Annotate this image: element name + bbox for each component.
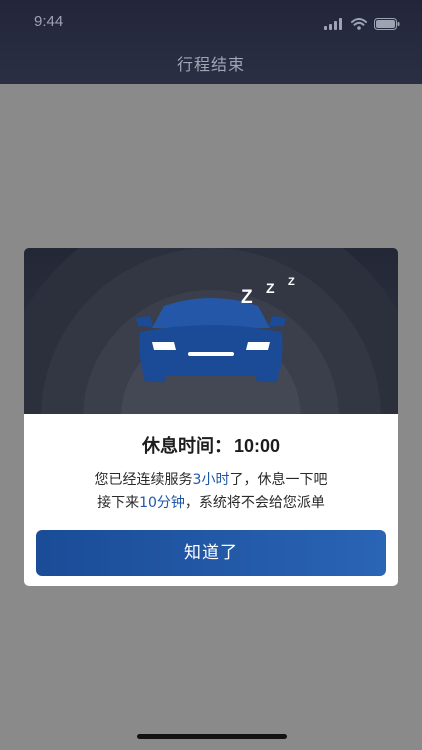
rest-time-value: 10:00: [233, 436, 281, 456]
confirm-button[interactable]: 知道了: [36, 530, 386, 576]
desc2-highlight: 10分钟: [139, 495, 185, 511]
desc2-after: ，系统将不会给您派单: [184, 495, 325, 511]
screen: 9:44 行程结束 Z Z Z 休息时间： 10:00 您已经连续服务3小时了，…: [0, 0, 422, 750]
sleep-z-medium: Z: [266, 280, 275, 296]
rest-description-line-2: 接下来10分钟，系统将不会给您派单: [24, 492, 398, 515]
desc1-before: 您已经连续服务: [94, 472, 193, 488]
home-indicator[interactable]: [137, 734, 287, 739]
rest-description: 您已经连续服务3小时了，休息一下吧 接下来10分钟，系统将不会给您派单: [24, 469, 398, 515]
rest-time-title: 休息时间： 10:00: [24, 432, 398, 458]
rest-illustration: Z Z Z: [24, 248, 398, 414]
battery-icon: [374, 15, 400, 34]
status-icons: [324, 15, 400, 34]
desc2-before: 接下来: [97, 495, 140, 511]
status-time: 9:44: [34, 13, 64, 30]
sleep-z-small: Z: [288, 276, 295, 288]
rest-description-line-1: 您已经连续服务3小时了，休息一下吧: [24, 469, 398, 492]
desc1-after: 了，休息一下吧: [229, 472, 328, 488]
page-title: 行程结束: [176, 55, 245, 74]
header-bar: 9:44 行程结束: [0, 0, 422, 84]
signal-icon: [324, 15, 344, 34]
rest-dialog: Z Z Z 休息时间： 10:00 您已经连续服务3小时了，休息一下吧 接下来10…: [24, 248, 398, 586]
rest-time-label: 休息时间：: [141, 436, 232, 457]
desc1-highlight: 3小时: [192, 472, 230, 488]
sleep-z-large: Z: [241, 287, 253, 308]
wifi-icon: [351, 15, 367, 34]
